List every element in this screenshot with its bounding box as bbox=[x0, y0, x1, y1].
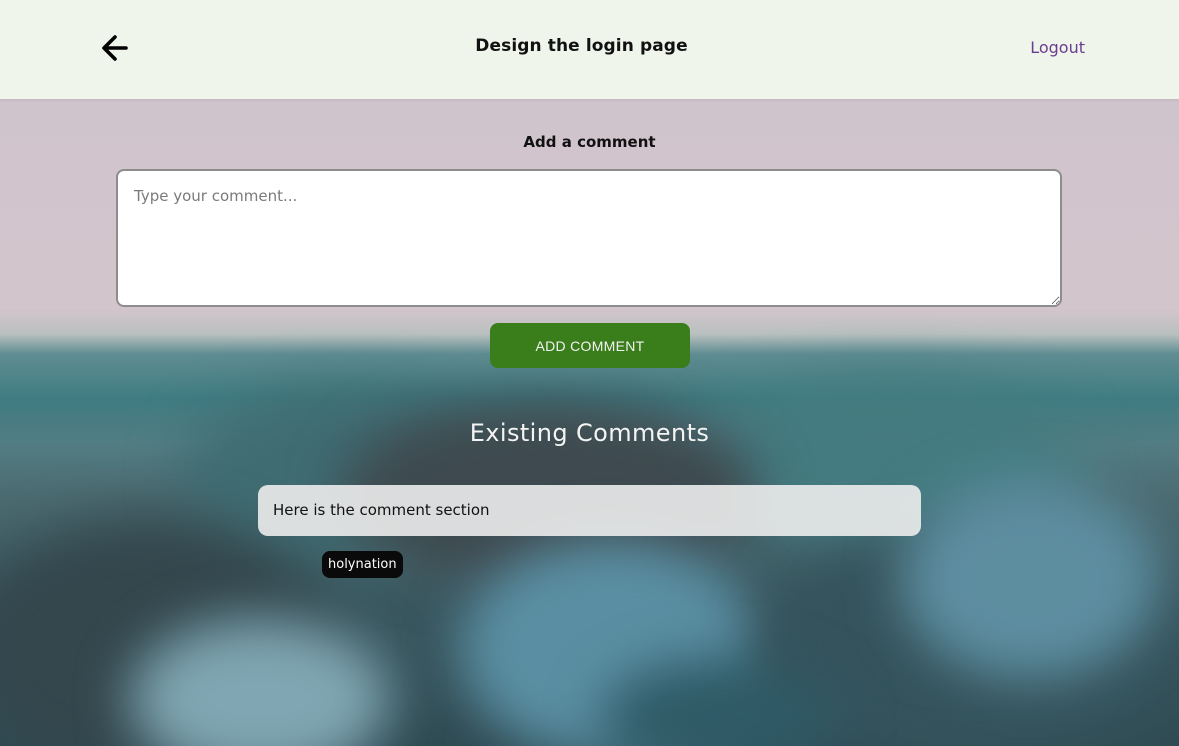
comment-input[interactable] bbox=[116, 169, 1062, 307]
comment-text: Here is the comment section bbox=[273, 501, 490, 519]
top-bar: Design the login page Logout bbox=[0, 0, 1179, 99]
comment-card: Here is the comment section bbox=[258, 485, 921, 536]
logout-link[interactable]: Logout bbox=[1030, 38, 1085, 57]
page-title: Design the login page bbox=[475, 36, 688, 56]
existing-comments-heading: Existing Comments bbox=[469, 419, 710, 447]
add-comment-label: Add a comment bbox=[523, 133, 656, 151]
add-comment-button[interactable]: ADD COMMENT bbox=[490, 323, 690, 368]
comment-author-badge: holynation bbox=[322, 551, 403, 578]
